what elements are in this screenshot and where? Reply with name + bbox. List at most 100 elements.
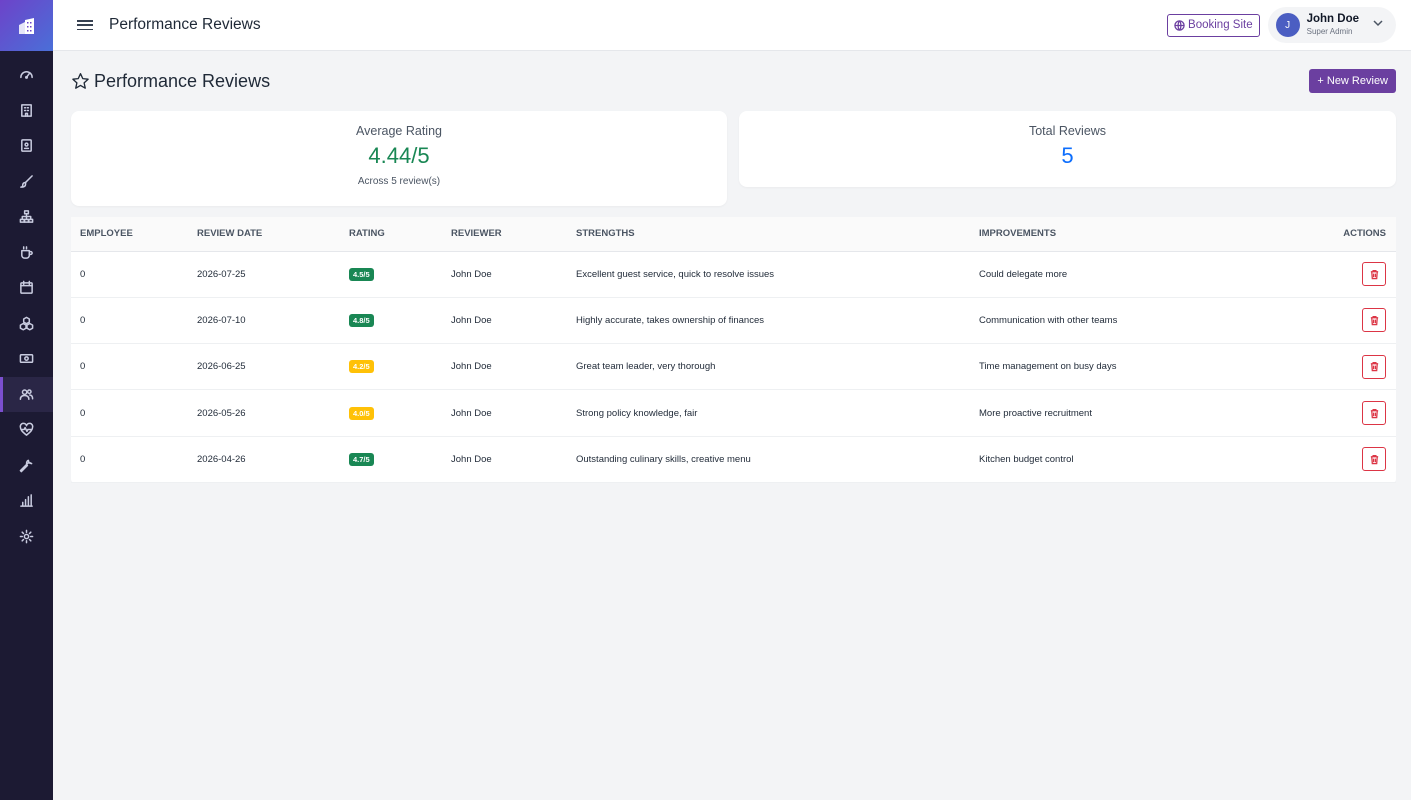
rating-badge: 4.2/5 (349, 360, 374, 374)
total-reviews-card: Total Reviews 5 (739, 111, 1396, 187)
rating-badge: 4.8/5 (349, 313, 374, 327)
cell-strengths: Excellent guest service, quick to resolv… (576, 251, 979, 298)
booking-site-button[interactable]: Booking Site (1167, 13, 1260, 37)
trash-icon (1370, 362, 1378, 372)
table-header-row: Employee Review Date Rating Reviewer Str… (71, 217, 1396, 252)
cell-review-date: 2026-04-26 (197, 436, 349, 483)
cell-reviewer: John Doe (451, 389, 576, 437)
column-header-strengths: Strengths (576, 217, 979, 252)
table-row: 0 2026-06-25 4.2/5 John Doe Great team l… (71, 343, 1396, 391)
summary-cards: Average Rating 4.44/5 Across 5 review(s)… (71, 111, 1396, 206)
user-info: John Doe Super Admin (1307, 13, 1359, 37)
sidebar-item-reports[interactable] (0, 483, 53, 519)
reviews-table-container: Employee Review Date Rating Reviewer Str… (71, 217, 1396, 483)
chevron-down-icon (1366, 16, 1384, 34)
total-reviews-value: 5 (1061, 143, 1074, 168)
cash-icon (19, 354, 34, 364)
cell-reviewer: John Doe (451, 251, 576, 298)
column-header-reviewer: Reviewer (451, 217, 576, 252)
cell-employee: 0 (71, 297, 197, 345)
table-row: 0 2026-07-10 4.8/5 John Doe Highly accur… (71, 297, 1396, 345)
building-icon (21, 103, 32, 117)
star-icon (72, 72, 89, 89)
sidebar-item-settings[interactable] (0, 519, 53, 555)
sidebar-item-restaurant[interactable] (0, 235, 53, 271)
cell-rating: 4.8/5 (349, 297, 451, 345)
top-header: Performance Reviews Booking Site J John … (53, 0, 1411, 51)
org-chart-icon (19, 210, 34, 224)
sidebar-item-staff[interactable] (0, 376, 53, 412)
sidebar-item-dashboard[interactable] (0, 57, 53, 93)
cell-review-date: 2026-05-26 (197, 389, 349, 437)
bar-chart-icon (20, 494, 33, 508)
column-header-employee: Employee (71, 217, 197, 252)
cell-employee: 0 (71, 343, 197, 391)
main-content: Performance Reviews + New Review Average… (71, 51, 1396, 483)
header-actions: Booking Site J John Doe Super Admin (1167, 7, 1396, 43)
cell-review-date: 2026-06-25 (197, 343, 349, 391)
cell-reviewer: John Doe (451, 297, 576, 345)
cell-rating: 4.5/5 (349, 251, 451, 298)
cell-actions (1319, 389, 1396, 437)
delete-review-button[interactable] (1362, 308, 1386, 333)
sidebar-item-finance[interactable] (0, 341, 53, 377)
cell-improvements: Kitchen budget control (979, 436, 1319, 483)
cell-employee: 0 (71, 436, 197, 483)
column-header-rating: Rating (349, 217, 451, 252)
user-role: Super Admin (1306, 27, 1353, 37)
sidebar-item-maintenance[interactable] (0, 448, 53, 484)
rating-badge: 4.0/5 (349, 406, 374, 420)
table-row: 0 2026-04-26 4.7/5 John Doe Outstanding … (71, 436, 1396, 483)
delete-review-button[interactable] (1362, 401, 1386, 426)
cell-review-date: 2026-07-10 (197, 297, 349, 345)
trash-icon (1370, 269, 1378, 279)
sidebar-item-reservations[interactable] (0, 128, 53, 164)
sidebar-item-health[interactable] (0, 412, 53, 448)
cell-strengths: Outstanding culinary skills, creative me… (576, 436, 979, 483)
column-header-actions: Actions (1319, 217, 1396, 252)
rating-badge: 4.5/5 (349, 267, 374, 281)
new-review-button[interactable]: + New Review (1309, 69, 1396, 93)
hamburger-menu-icon[interactable] (77, 18, 93, 32)
reviews-table: Employee Review Date Rating Reviewer Str… (71, 217, 1396, 483)
cell-review-date: 2026-07-25 (197, 251, 349, 298)
cell-improvements: More proactive recruitment (979, 389, 1319, 437)
table-row: 0 2026-07-25 4.5/5 John Doe Excellent gu… (71, 251, 1396, 298)
cell-rating: 4.0/5 (349, 389, 451, 437)
total-reviews-label: Total Reviews (1028, 124, 1107, 138)
dashboard-icon (20, 71, 33, 80)
people-icon (19, 389, 34, 400)
cell-actions (1319, 297, 1396, 345)
rating-badge: 4.7/5 (349, 452, 374, 466)
sidebar-nav (0, 51, 53, 554)
sidebar-item-inventory[interactable] (0, 306, 53, 342)
average-rating-value: 4.44/5 (368, 143, 430, 168)
cell-strengths: Highly accurate, takes ownership of fina… (576, 297, 979, 345)
header-title: Performance Reviews (109, 16, 261, 33)
sidebar-item-organization[interactable] (0, 199, 53, 235)
cell-actions (1319, 251, 1396, 298)
calendar-icon (20, 280, 33, 295)
sidebar-item-properties[interactable] (0, 93, 53, 129)
page-header: Performance Reviews + New Review (71, 51, 1396, 111)
avatar: J (1275, 13, 1300, 37)
delete-review-button[interactable] (1362, 447, 1386, 472)
cell-rating: 4.7/5 (349, 436, 451, 483)
average-rating-label: Average Rating (356, 124, 442, 138)
sidebar-item-housekeeping[interactable] (0, 164, 53, 200)
cell-reviewer: John Doe (451, 436, 576, 483)
column-header-improvements: Improvements (979, 217, 1319, 252)
cell-improvements: Could delegate more (979, 251, 1319, 298)
gear-icon (19, 529, 34, 544)
brush-icon (20, 174, 33, 188)
cell-rating: 4.2/5 (349, 343, 451, 391)
globe-icon (1174, 19, 1185, 31)
app-logo[interactable] (0, 0, 53, 51)
column-header-review-date: Review Date (197, 217, 349, 252)
delete-review-button[interactable] (1362, 354, 1386, 379)
trash-icon (1370, 408, 1378, 418)
delete-review-button[interactable] (1362, 262, 1386, 287)
user-name: John Doe (1306, 12, 1359, 25)
user-menu[interactable]: J John Doe Super Admin (1267, 7, 1396, 43)
sidebar-item-calendar[interactable] (0, 270, 53, 306)
